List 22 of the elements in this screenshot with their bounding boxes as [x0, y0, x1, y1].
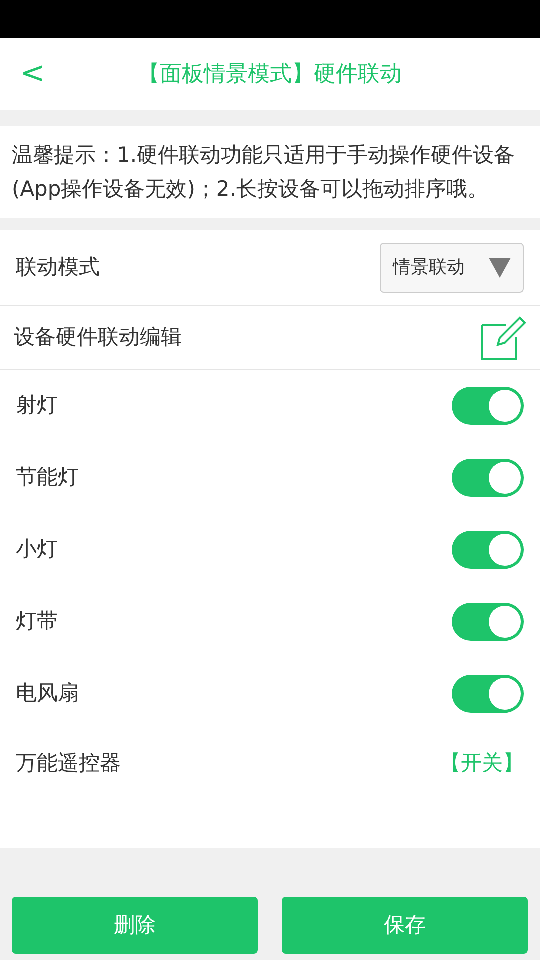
- device-name: 小灯: [16, 536, 58, 564]
- device-name: 射灯: [16, 392, 58, 420]
- mode-dropdown[interactable]: 情景联动: [380, 242, 524, 292]
- device-name: 电风扇: [16, 680, 79, 708]
- page-title: 【面板情景模式】硬件联动: [138, 60, 402, 88]
- edit-icon[interactable]: [480, 314, 526, 360]
- device-toggle[interactable]: [452, 675, 524, 713]
- tip-text: 温馨提示：1.硬件联动功能只适用于手动操作硬件设备(App操作设备无效)；2.长按设备可以拖动排序哦。: [12, 142, 516, 203]
- device-toggle[interactable]: [452, 531, 524, 569]
- back-button[interactable]: <: [18, 59, 48, 89]
- device-name: 节能灯: [16, 464, 79, 492]
- switch-link[interactable]: 【开关】: [440, 748, 524, 780]
- dropdown-caret-icon: [489, 258, 511, 278]
- device-toggle[interactable]: [452, 459, 524, 497]
- edit-label: 设备硬件联动编辑: [14, 324, 182, 351]
- delete-button[interactable]: 删除: [12, 897, 258, 954]
- save-button[interactable]: 保存: [282, 897, 528, 954]
- device-toggle[interactable]: [452, 387, 524, 425]
- mode-label: 联动模式: [16, 254, 100, 281]
- device-toggle[interactable]: [452, 603, 524, 641]
- device-name: 万能遥控器: [16, 750, 121, 778]
- device-name: 灯带: [16, 608, 58, 636]
